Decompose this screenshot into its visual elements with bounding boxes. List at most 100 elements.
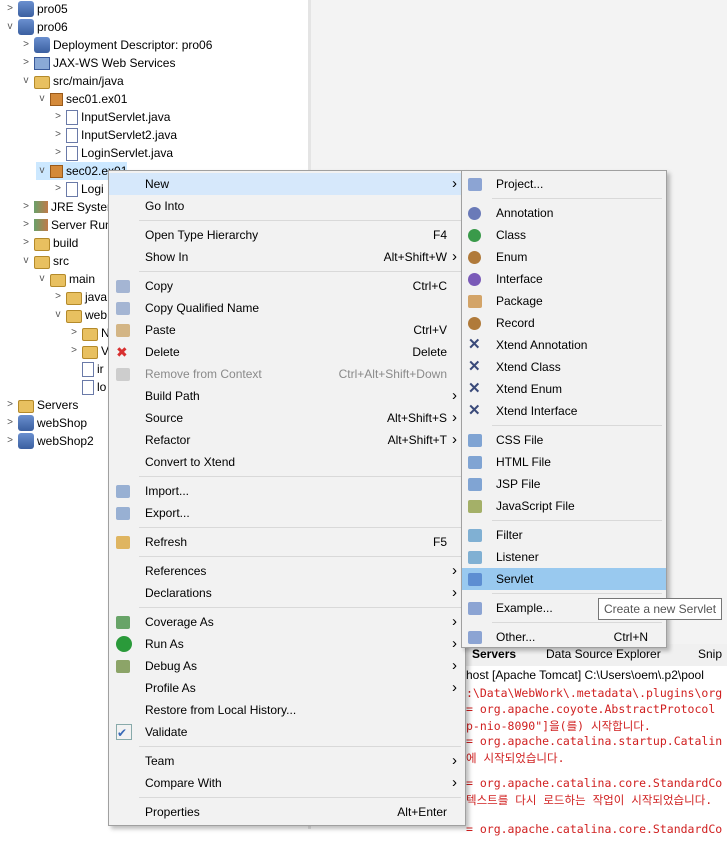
tree-item[interactable]: > V bbox=[68, 342, 109, 360]
collapsed-chevron-icon[interactable]: > bbox=[68, 324, 80, 342]
expanded-chevron-icon[interactable]: v bbox=[36, 162, 48, 180]
menu-item-team[interactable]: Team › bbox=[109, 750, 465, 772]
collapsed-chevron-icon[interactable]: > bbox=[52, 180, 64, 198]
menu-item-profile-as[interactable]: Profile As › bbox=[109, 677, 465, 699]
menu-item-references[interactable]: References › bbox=[109, 560, 465, 582]
collapsed-chevron-icon[interactable]: > bbox=[20, 36, 32, 54]
tree-item-label: webShop2 bbox=[37, 434, 94, 448]
expanded-chevron-icon[interactable]: v bbox=[36, 90, 48, 108]
menu-item-compare-with[interactable]: Compare With › bbox=[109, 772, 465, 794]
tree-item[interactable]: > InputServlet.java bbox=[52, 108, 170, 126]
menu-item-remove-from-context[interactable]: Remove from Context Ctrl+Alt+Shift+Down bbox=[109, 363, 465, 385]
expanded-chevron-icon[interactable]: v bbox=[20, 72, 32, 90]
menu-item-open-type-hierarchy[interactable]: Open Type Hierarchy F4 bbox=[109, 224, 465, 246]
tree-item[interactable]: v sec01.ex01 bbox=[36, 90, 128, 108]
collapsed-chevron-icon[interactable]: > bbox=[20, 54, 32, 72]
tree-item[interactable]: v src bbox=[20, 252, 69, 270]
menu-item-source[interactable]: Source Alt+Shift+S › bbox=[109, 407, 465, 429]
submenu-item-enum[interactable]: Enum bbox=[462, 246, 666, 268]
tree-item[interactable]: > build bbox=[20, 234, 78, 252]
menu-item-paste[interactable]: Paste Ctrl+V bbox=[109, 319, 465, 341]
submenu-item-project[interactable]: Project... bbox=[462, 173, 666, 195]
submenu-item-xtend-enum[interactable]: ✕ Xtend Enum bbox=[462, 378, 666, 400]
submenu-item-javascript-file[interactable]: JavaScript File bbox=[462, 495, 666, 517]
menu-item-go-into[interactable]: Go Into bbox=[109, 195, 465, 217]
tree-item[interactable]: > InputServlet2.java bbox=[52, 126, 177, 144]
tree-item[interactable]: > LoginServlet.java bbox=[52, 144, 173, 162]
submenu-item-html-file[interactable]: HTML File bbox=[462, 451, 666, 473]
menu-item-properties[interactable]: Properties Alt+Enter bbox=[109, 801, 465, 823]
tree-item[interactable]: > JAX-WS Web Services bbox=[20, 54, 175, 72]
expanded-chevron-icon[interactable]: v bbox=[36, 270, 48, 288]
snippets-tab[interactable]: Snip bbox=[698, 647, 722, 661]
submenu-item-xtend-class[interactable]: ✕ Xtend Class bbox=[462, 356, 666, 378]
tree-item[interactable]: ir bbox=[68, 360, 104, 378]
submenu-item-css-file[interactable]: CSS File bbox=[462, 429, 666, 451]
menu-item-run-as[interactable]: Run As › bbox=[109, 633, 465, 655]
example-icon bbox=[468, 602, 482, 615]
tree-item-label: pro05 bbox=[37, 2, 68, 16]
tree-item[interactable]: v pro06 bbox=[4, 18, 68, 36]
menu-item-refresh[interactable]: Refresh F5 bbox=[109, 531, 465, 553]
tree-item[interactable]: v main bbox=[36, 270, 95, 288]
menu-item-import[interactable]: Import... bbox=[109, 480, 465, 502]
submenu-item-record[interactable]: Record bbox=[462, 312, 666, 334]
tree-item[interactable]: > webShop2 bbox=[4, 432, 94, 450]
menu-item-copy[interactable]: Copy Ctrl+C bbox=[109, 275, 465, 297]
menu-item-export[interactable]: Export... bbox=[109, 502, 465, 524]
menu-item-debug-as[interactable]: Debug As › bbox=[109, 655, 465, 677]
menu-item-delete[interactable]: ✖ Delete Delete bbox=[109, 341, 465, 363]
menu-item-new[interactable]: New › bbox=[109, 173, 465, 195]
tree-item[interactable]: > Server Run bbox=[20, 216, 112, 234]
expanded-chevron-icon[interactable]: v bbox=[20, 252, 32, 270]
menu-item-restore-from-local-history[interactable]: Restore from Local History... bbox=[109, 699, 465, 721]
menu-item-refactor[interactable]: Refactor Alt+Shift+T › bbox=[109, 429, 465, 451]
collapsed-chevron-icon[interactable]: > bbox=[20, 216, 32, 234]
tree-item[interactable]: > JRE Syster bbox=[20, 198, 111, 216]
tree-item[interactable]: > webShop bbox=[4, 414, 87, 432]
submenu-item-listener[interactable]: Listener bbox=[462, 546, 666, 568]
expanded-chevron-icon[interactable]: v bbox=[4, 18, 16, 36]
tree-item[interactable]: > pro05 bbox=[4, 0, 68, 18]
menu-item-convert-to-xtend[interactable]: Convert to Xtend bbox=[109, 451, 465, 473]
submenu-item-class[interactable]: Class bbox=[462, 224, 666, 246]
menu-item-build-path[interactable]: Build Path › bbox=[109, 385, 465, 407]
collapsed-chevron-icon[interactable]: > bbox=[52, 126, 64, 144]
tree-item[interactable]: > Servers bbox=[4, 396, 78, 414]
expanded-chevron-icon[interactable]: v bbox=[52, 306, 64, 324]
submenu-item-package[interactable]: Package bbox=[462, 290, 666, 312]
submenu-item-jsp-file[interactable]: JSP File bbox=[462, 473, 666, 495]
collapsed-chevron-icon[interactable]: > bbox=[20, 198, 32, 216]
collapsed-chevron-icon[interactable]: > bbox=[52, 108, 64, 126]
collapsed-chevron-icon[interactable]: > bbox=[4, 0, 16, 18]
menu-item-copy-qualified-name[interactable]: Copy Qualified Name bbox=[109, 297, 465, 319]
tree-item[interactable]: > N bbox=[68, 324, 110, 342]
tree-item[interactable]: > Logi bbox=[52, 180, 104, 198]
menu-item-show-in[interactable]: Show In Alt+Shift+W › bbox=[109, 246, 465, 268]
collapsed-chevron-icon[interactable]: > bbox=[20, 234, 32, 252]
collapsed-chevron-icon[interactable]: > bbox=[68, 342, 80, 360]
collapsed-chevron-icon[interactable]: > bbox=[4, 414, 16, 432]
collapsed-chevron-icon[interactable]: > bbox=[4, 432, 16, 450]
tree-item[interactable]: lo bbox=[68, 378, 106, 396]
submenu-item-xtend-interface[interactable]: ✕ Xtend Interface bbox=[462, 400, 666, 422]
tree-item[interactable]: v src/main/java bbox=[20, 72, 124, 90]
data-source-explorer-tab[interactable]: Data Source Explorer bbox=[546, 647, 661, 661]
tree-item[interactable]: v web bbox=[52, 306, 107, 324]
submenu-item-interface[interactable]: Interface bbox=[462, 268, 666, 290]
submenu-item-xtend-annotation[interactable]: ✕ Xtend Annotation bbox=[462, 334, 666, 356]
submenu-item-annotation[interactable]: Annotation bbox=[462, 202, 666, 224]
menu-item-coverage-as[interactable]: Coverage As › bbox=[109, 611, 465, 633]
tree-item[interactable]: > Deployment Descriptor: pro06 bbox=[20, 36, 212, 54]
tree-item[interactable]: > java bbox=[52, 288, 107, 306]
package-icon bbox=[50, 92, 63, 106]
submenu-item-filter[interactable]: Filter bbox=[462, 524, 666, 546]
servers-tab[interactable]: Servers bbox=[472, 647, 516, 661]
submenu-item-other[interactable]: Other... Ctrl+N bbox=[462, 626, 666, 648]
menu-item-validate[interactable]: ✔ Validate bbox=[109, 721, 465, 743]
menu-item-declarations[interactable]: Declarations › bbox=[109, 582, 465, 604]
collapsed-chevron-icon[interactable]: > bbox=[52, 144, 64, 162]
submenu-item-servlet[interactable]: Servlet bbox=[462, 568, 666, 590]
collapsed-chevron-icon[interactable]: > bbox=[4, 396, 16, 414]
collapsed-chevron-icon[interactable]: > bbox=[52, 288, 64, 306]
